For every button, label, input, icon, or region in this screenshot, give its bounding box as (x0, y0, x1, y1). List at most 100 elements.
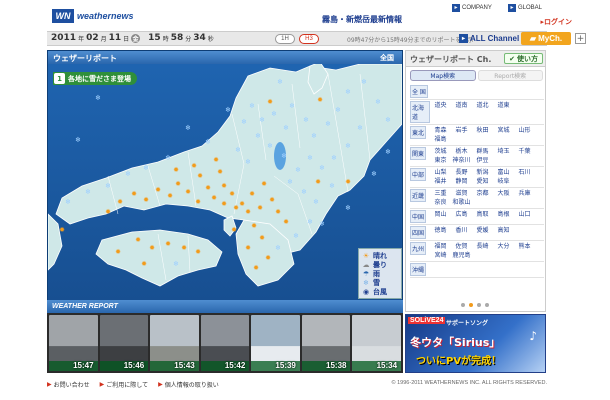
report-thumbnail[interactable]: 15:34 (352, 315, 402, 371)
add-channel-button[interactable]: + (575, 33, 586, 44)
prefecture-link[interactable]: 鹿児島 (451, 251, 472, 260)
report-thumbnail[interactable]: 15:43 (150, 315, 199, 371)
prefecture-link[interactable]: 秋田 (472, 126, 493, 135)
prefecture-link[interactable]: 佐賀 (451, 242, 472, 251)
report-thumbnail[interactable]: 15:47 (49, 315, 98, 371)
prefecture-link[interactable]: 山形 (514, 126, 535, 135)
prefecture-link[interactable]: 大阪 (493, 189, 514, 198)
prefecture-link[interactable]: 愛知 (472, 177, 493, 186)
prefecture-link[interactable]: 岡山 (430, 210, 451, 223)
prefecture-link[interactable]: 徳島 (430, 226, 451, 239)
prefecture-link[interactable]: 福井 (430, 177, 451, 186)
prefecture-link[interactable]: 東京 (430, 156, 451, 165)
prefecture-link[interactable]: 静岡 (451, 177, 472, 186)
map-region-label[interactable]: 全国 (380, 53, 394, 63)
report-thumbnail[interactable]: 15:46 (99, 315, 149, 371)
region-button[interactable]: 中部 (410, 168, 427, 181)
prefecture-list: 三重 滋賀 京都 大阪 兵庫奈良 和歌山 (430, 189, 544, 207)
report-thumbnail[interactable]: 15:39 (251, 315, 300, 371)
tab-map-search[interactable]: Map検索 (410, 70, 476, 81)
prefecture-link[interactable]: 大分 (493, 242, 514, 251)
footer-link-privacy[interactable]: ▶ 個人情報の取り扱い (158, 380, 219, 389)
prefecture-link[interactable]: 岐阜 (493, 177, 514, 186)
sun-icon: ✹ (345, 178, 351, 186)
prefecture-link[interactable]: 福島 (430, 135, 451, 144)
prefecture-link[interactable]: 神奈川 (451, 156, 472, 165)
region-button[interactable]: 北海道 (410, 101, 430, 123)
global-link[interactable]: ▸ GLOBAL (508, 3, 542, 12)
company-link[interactable]: ▸ COMPANY (452, 3, 492, 12)
range-1h-button[interactable]: 1H (275, 34, 295, 44)
howto-button[interactable]: ✔ 使い方 (504, 53, 543, 64)
region-button[interactable]: 全 国 (410, 85, 428, 98)
prefecture-link[interactable]: 道南 (451, 101, 472, 123)
sun-icon: ✹ (221, 182, 227, 190)
prefecture-link[interactable]: 広島 (451, 210, 472, 223)
prefecture-link[interactable]: 岩手 (451, 126, 472, 135)
prefecture-link[interactable]: 山口 (514, 210, 535, 223)
prefecture-link[interactable]: 高知 (493, 226, 514, 239)
prefecture-link[interactable]: 滋賀 (451, 189, 472, 198)
all-channel-button[interactable]: ▸ ALL Channel (459, 32, 519, 45)
logo[interactable]: WN weathernews (52, 9, 134, 23)
region-button[interactable]: 中国 (410, 210, 427, 223)
prefecture-link[interactable]: 奈良 (430, 198, 451, 207)
prefecture-link[interactable]: 栃木 (451, 147, 472, 156)
prefecture-link[interactable]: 茨城 (430, 147, 451, 156)
pager-dot[interactable] (485, 303, 489, 307)
region-button[interactable]: 関東 (410, 147, 427, 160)
footer-link-terms[interactable]: ▶ ご利用に際して (100, 380, 148, 389)
pager-dot[interactable] (469, 303, 473, 307)
snow-icon: ❄ (345, 142, 351, 150)
pager-dot[interactable] (477, 303, 481, 307)
login-link[interactable]: ▸ログイン (540, 17, 572, 27)
pager-dot[interactable] (461, 303, 465, 307)
prefecture-link[interactable]: 和歌山 (451, 198, 472, 207)
prefecture-link[interactable]: 宮崎 (430, 251, 451, 260)
prefecture-link[interactable]: 島根 (493, 210, 514, 223)
prefecture-link[interactable]: 長野 (451, 168, 472, 177)
report-thumbnail[interactable]: 15:38 (301, 315, 351, 371)
prefecture-link[interactable]: 熊本 (514, 242, 535, 251)
second-unit: 秒 (207, 35, 214, 43)
prefecture-link[interactable]: 福岡 (430, 242, 451, 251)
region-button[interactable]: 四国 (410, 226, 427, 239)
snow-icon: ❄ (385, 116, 391, 124)
prefecture-link[interactable]: 伊豆 (472, 156, 493, 165)
japan-weather-map[interactable]: ✹✹ ✹✹ ✹✹ ✹✹ ✹✹ ✹✹ ✹✹ ✹✹ ✹✹ ✹✹ ✹✹ ✹✹ ✹✹ ✹… (48, 64, 402, 300)
snow-icon: ❄ (301, 188, 307, 196)
prefecture-link[interactable]: 道央 (430, 101, 451, 123)
prefecture-link[interactable]: 山梨 (430, 168, 451, 177)
prefecture-link[interactable]: 香川 (451, 226, 472, 239)
prefecture-link[interactable]: 兵庫 (514, 189, 535, 198)
range-3h-button[interactable]: H3 (299, 34, 319, 44)
promo-banner[interactable]: SOLiVE24 サポートソング ♪ 冬ウタ「Sirius」 ついにPVが完成！ (405, 314, 546, 373)
headline-link[interactable]: 霧島・新燃岳最新情報 (322, 14, 402, 25)
prefecture-link[interactable]: 青森 (430, 126, 451, 135)
prefecture-link[interactable]: 埼玉 (493, 147, 514, 156)
prefecture-link[interactable]: 愛媛 (472, 226, 493, 239)
prefecture-link[interactable]: 宮城 (493, 126, 514, 135)
region-button[interactable]: 近畿 (410, 189, 427, 202)
prefecture-link[interactable]: 京都 (472, 189, 493, 198)
prefecture-link[interactable]: 石川 (514, 168, 535, 177)
tab-report-search[interactable]: Report検索 (477, 70, 543, 81)
prefecture-link[interactable]: 長崎 (472, 242, 493, 251)
footer-link-contact[interactable]: ▶ お問い合わせ (47, 380, 90, 389)
region-button[interactable]: 九州 (410, 242, 427, 255)
my-channel-button[interactable]: ▰ MyCh. (521, 32, 571, 45)
minute-unit: 分 (185, 35, 192, 43)
prefecture-list: 徳島 香川 愛媛 高知 (430, 226, 544, 239)
prefecture-link[interactable]: 群馬 (472, 147, 493, 156)
prefecture-link[interactable]: 道北 (472, 101, 493, 123)
stage-banner[interactable]: 1 各地に雪ださま登場 (53, 72, 137, 85)
prefecture-link[interactable]: 富山 (493, 168, 514, 177)
prefecture-link[interactable]: 鳥取 (472, 210, 493, 223)
region-button[interactable]: 東北 (410, 126, 427, 139)
prefecture-link[interactable]: 道東 (493, 101, 514, 123)
prefecture-link[interactable]: 千葉 (514, 147, 535, 156)
prefecture-link[interactable]: 新潟 (472, 168, 493, 177)
region-button[interactable]: 沖縄 (410, 263, 427, 276)
prefecture-link[interactable]: 三重 (430, 189, 451, 198)
report-thumbnail[interactable]: 15:42 (200, 315, 250, 371)
